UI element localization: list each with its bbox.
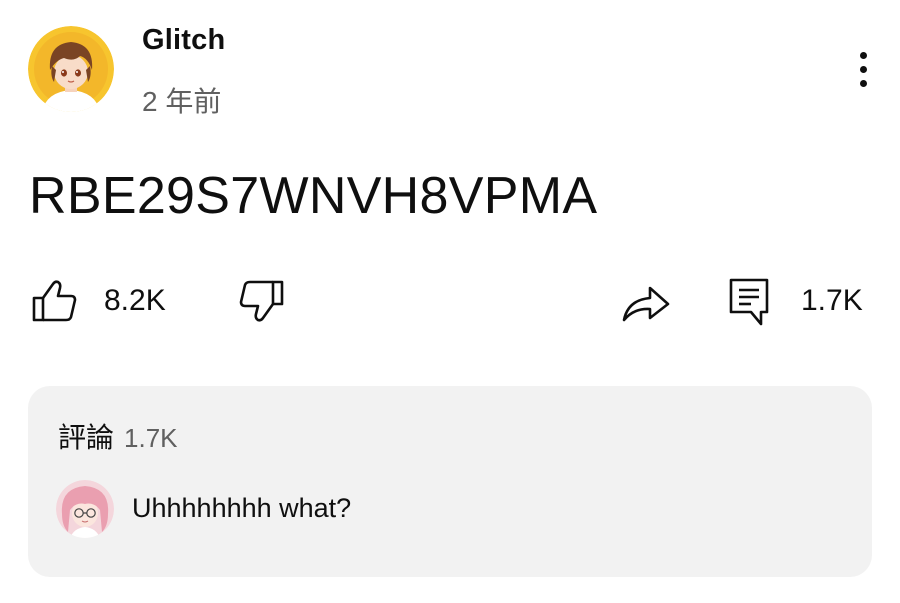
share-button[interactable] (620, 280, 672, 324)
menu-dot (859, 51, 867, 59)
comments-button[interactable]: 1.7K (727, 276, 863, 326)
comments-count: 1.7K (801, 284, 863, 317)
menu-dot (859, 65, 867, 73)
thumbs-up-icon (32, 280, 77, 322)
share-arrow-icon (622, 286, 670, 322)
like-button[interactable]: 8.2K (30, 278, 166, 324)
post-timestamp: 2 年前 (142, 86, 222, 117)
top-comment-text: Uhhhhhhhh what? (132, 493, 352, 523)
thumbs-down-icon (239, 280, 284, 322)
post-text: RBE29S7WNVH8VPMA (29, 167, 598, 225)
comments-header: 評論 1.7K (58, 416, 178, 456)
like-count: 8.2K (104, 284, 166, 317)
menu-dot (859, 79, 867, 87)
community-post: Glitch 2 年前 RBE29S7WNVH8VPMA 8.2K 1.7K 評… (0, 0, 900, 603)
commenter-avatar[interactable] (56, 480, 114, 538)
comment-icon (729, 278, 769, 326)
more-options-icon[interactable] (846, 44, 880, 94)
channel-name[interactable]: Glitch (142, 24, 225, 57)
comments-title: 評論 (58, 422, 115, 453)
comments-preview-panel[interactable]: 評論 1.7K Uhhhhhhhh what? (28, 386, 872, 577)
channel-avatar[interactable] (28, 26, 114, 112)
comments-header-count: 1.7K (124, 423, 178, 453)
dislike-button[interactable] (238, 278, 286, 324)
